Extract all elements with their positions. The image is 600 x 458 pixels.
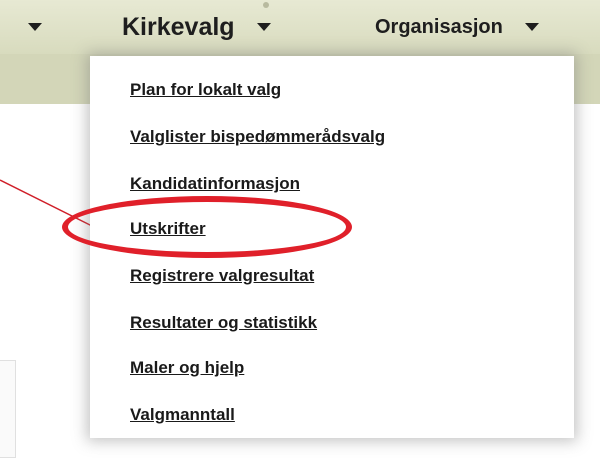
menu-item-valglister-bispedommeradsvalg[interactable]: Valglister bispedømmerådsvalg — [130, 127, 385, 147]
menu-item-maler-og-hjelp[interactable]: Maler og hjelp — [130, 358, 244, 378]
nav-menu-organisasjon-label: Organisasjon — [375, 15, 503, 38]
menu-item-utskrifter[interactable]: Utskrifter — [130, 219, 206, 239]
nav-menu-kirkevalg[interactable]: Kirkevalg — [122, 0, 271, 54]
caret-down-icon — [524, 23, 539, 31]
caret-down-icon — [256, 23, 271, 31]
caret-down-icon — [28, 23, 42, 31]
nav-menu-organisasjon[interactable]: Organisasjon — [375, 0, 539, 54]
menu-item-kandidatinformasjon[interactable]: Kandidatinformasjon — [130, 174, 300, 194]
menu-item-valgmanntall[interactable]: Valgmanntall — [130, 405, 235, 425]
menu-item-plan-for-lokalt-valg[interactable]: Plan for lokalt valg — [130, 80, 281, 100]
side-panel — [0, 360, 16, 458]
nav-previous-menu[interactable] — [28, 0, 42, 54]
menu-item-resultater-og-statistikk[interactable]: Resultater og statistikk — [130, 313, 317, 333]
nav-menu-kirkevalg-label: Kirkevalg — [122, 12, 235, 41]
kirkevalg-dropdown-menu: Plan for lokalt valg Valglister bispedøm… — [90, 56, 574, 438]
menu-item-registrere-valgresultat[interactable]: Registrere valgresultat — [130, 266, 314, 286]
